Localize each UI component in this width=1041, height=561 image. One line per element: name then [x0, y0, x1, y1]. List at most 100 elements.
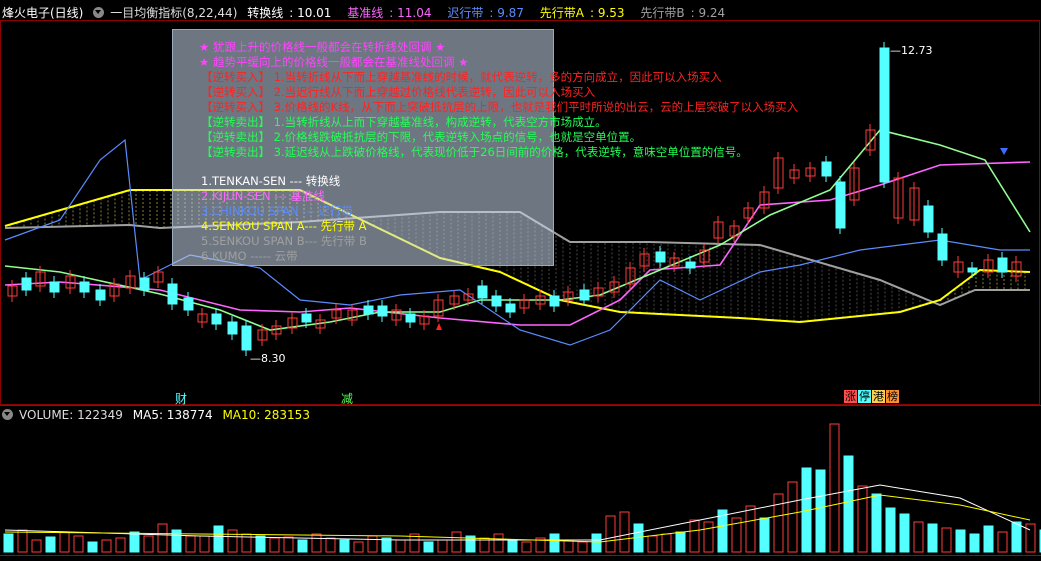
high-price-label: —12.73: [890, 44, 933, 57]
volume-bar: [885, 507, 896, 553]
volume-bar: [59, 531, 70, 553]
volume-bar: [619, 511, 630, 553]
volume-value: VOLUME: 122349: [19, 408, 123, 422]
volume-bar: [591, 533, 602, 553]
volume-bar: [759, 517, 770, 553]
down-arrow-icon: [1000, 148, 1008, 155]
legend-star-1: ★ 犹跟上升的价格线一般都会在转折线处回调 ★: [199, 40, 446, 54]
candle-body: [835, 181, 846, 229]
up-arrow-icon: [436, 323, 442, 330]
legend-buy-3: 【逆转买入】 3.价格线的K线，从下而上突破抵抗层的上限，也就是我们平时所说的出…: [201, 100, 799, 114]
candle-body: [405, 313, 416, 323]
legend-item-2: 2.KIJUN-SEN --- 基准线: [201, 189, 325, 203]
candle-body: [211, 313, 222, 325]
legend-item-6: 6.KUMO ----- 云带: [201, 249, 298, 263]
event-badges[interactable]: 涨停港榜: [844, 390, 900, 403]
indicator-name[interactable]: 一目均衡指标(8,22,44): [110, 6, 237, 20]
indicator-dropdown-icon[interactable]: [93, 7, 105, 18]
volume-bar: [143, 535, 154, 553]
ma10-value: MA10: 283153: [222, 408, 310, 422]
badge-bang[interactable]: 榜: [886, 390, 899, 403]
volume-bar: [437, 539, 448, 553]
volume-bar: [815, 469, 826, 553]
volume-bar: [563, 539, 574, 553]
volume-bar: [73, 535, 84, 553]
volume-bar: [857, 485, 868, 553]
volume-bar: [101, 539, 112, 553]
stock-name: 烽火电子(日线): [2, 6, 84, 20]
span-a-readout: 先行带A: 9.53: [539, 6, 625, 20]
candle-body: [241, 325, 252, 351]
legend-star-2: ★ 趋势平缓向上的价格线一般都会在基准线处回调 ★: [199, 55, 469, 69]
volume-bar: [17, 529, 28, 553]
volume-bar: [353, 541, 364, 553]
legend-sell-1: 【逆转卖出】 1.当转折线从上而下穿越基准线，构成逆转，代表空方市场成立。: [201, 115, 607, 129]
legend-buy-1: 【逆转买入】 1.当转折线从下而上穿越基准线的时候，就代表逆转，多的方向成立，因…: [201, 70, 722, 84]
volume-bar: [927, 523, 938, 553]
candle-body: [655, 251, 666, 263]
candle-body: [95, 289, 106, 301]
volume-bar: [3, 533, 14, 553]
conversion-readout: 转换线: 10.01: [247, 6, 332, 20]
legend-sell-2: 【逆转卖出】 2.价格线跌破抵抗层的下限，代表逆转入场点的信号，也就是空单位置。: [201, 130, 642, 144]
candle-body: [227, 321, 238, 335]
badge-ting[interactable]: 停: [858, 390, 871, 403]
volume-bar: [283, 536, 294, 553]
candle-body: [21, 277, 32, 291]
badge-zhang[interactable]: 涨: [844, 390, 857, 403]
volume-bar: [31, 539, 42, 553]
volume-bar: [955, 529, 966, 553]
candle-body: [879, 47, 890, 183]
volume-bar: [941, 527, 952, 553]
candle-body: [579, 289, 590, 301]
volume-bar: [675, 531, 686, 553]
candle-body: [491, 295, 502, 307]
legend-panel: ★ 犹跟上升的价格线一般都会在转折线处回调 ★ ★ 趋势平缓向上的价格线一般都会…: [172, 29, 798, 266]
volume-bar: [703, 521, 714, 553]
volume-bar: [913, 521, 924, 553]
volume-bar: [899, 513, 910, 553]
candle-body: [997, 257, 1008, 273]
volume-bar: [157, 523, 168, 553]
volume-bar: [297, 539, 308, 553]
volume-bar: [773, 493, 784, 553]
badge-gang[interactable]: 港: [872, 390, 885, 403]
candle-body: [477, 285, 488, 299]
legend-item-1: 1.TENKAN-SEN --- 转换线: [201, 174, 341, 188]
volume-bar: [255, 535, 266, 553]
volume-bar: [521, 541, 532, 553]
candle-body: [821, 161, 832, 177]
candle-body: [505, 303, 516, 313]
price-header: 烽火电子(日线) 一目均衡指标(8,22,44) 转换线: 10.01 基准线:…: [2, 3, 737, 23]
candle-body: [301, 313, 312, 323]
legend-sell-3: 【逆转卖出】 3.延迟线从上跌破价格线，代表现价低于26日间前的价格，代表逆转，…: [201, 145, 748, 159]
volume-bar: [199, 535, 210, 553]
legend-item-5: 5.SENKOU SPAN B--- 先行带 B: [201, 234, 367, 248]
candle-body: [549, 295, 560, 307]
volume-bar: [311, 533, 322, 553]
candle-body: [967, 267, 978, 273]
volume-bar: [451, 531, 462, 553]
ma5-value: MA5: 138774: [132, 408, 213, 422]
volume-bar: [787, 481, 798, 553]
legend-buy-2: 【逆转买入】 2.当迟行线从下而上穿越过价格线代表逆转，因此可以入场买入: [201, 85, 596, 99]
candle-body: [377, 305, 388, 317]
low-price-label: —8.30: [250, 352, 286, 365]
volume-bar: [367, 535, 378, 553]
volume-bar: [745, 505, 756, 553]
volume-dropdown-icon[interactable]: [2, 409, 13, 420]
volume-bar: [829, 423, 840, 553]
event-jian[interactable]: 减: [341, 390, 353, 407]
volume-bar: [325, 537, 336, 553]
volume-bar: [997, 531, 1008, 553]
volume-bar: [269, 537, 280, 553]
volume-bar: [969, 533, 980, 553]
volume-bar: [983, 525, 994, 553]
lagging-readout: 迟行带: 9.87: [447, 6, 524, 20]
candle-body: [923, 205, 934, 233]
base-readout: 基准线: 11.04: [347, 6, 432, 20]
volume-bar: [115, 537, 126, 553]
candle-body: [937, 233, 948, 261]
volume-bar: [129, 531, 140, 553]
volume-bar: [395, 539, 406, 553]
